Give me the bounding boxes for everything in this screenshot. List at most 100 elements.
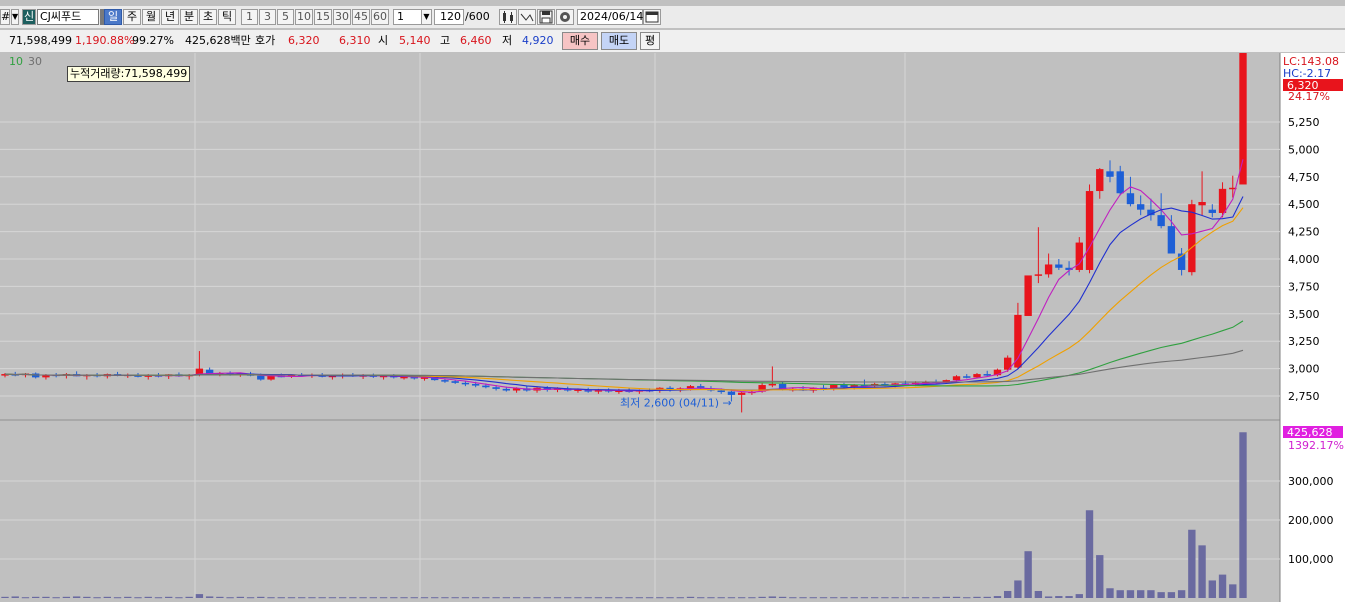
volume-bar xyxy=(635,597,644,599)
volume-bar xyxy=(686,596,695,598)
volume-bar xyxy=(471,597,480,599)
volume-bar xyxy=(1106,588,1114,598)
volume-bar xyxy=(993,596,1002,598)
volume-bar xyxy=(267,597,275,599)
volume-bar xyxy=(1137,590,1145,598)
period-button-0[interactable]: 일 xyxy=(104,9,122,25)
volume-bar xyxy=(195,594,204,598)
volume-bar xyxy=(482,597,490,599)
candle-body xyxy=(441,380,449,382)
candle-body xyxy=(492,387,500,389)
period-button-4[interactable]: 분 xyxy=(180,9,198,25)
volume-bar xyxy=(298,597,306,599)
candle-body xyxy=(1106,171,1114,177)
period-button-3[interactable]: 년 xyxy=(161,9,179,25)
buy-button[interactable]: 매수 xyxy=(562,32,598,50)
volume-bar xyxy=(1003,590,1012,598)
price-volume-chart[interactable]: 2,750 3,000 3,250 3,500 3,750 4,000 4,250 4,500… xyxy=(0,53,1345,602)
volume-bar xyxy=(165,596,173,598)
crosshair-icon[interactable] xyxy=(518,9,536,25)
candle-body xyxy=(1034,274,1043,276)
volume-bar xyxy=(615,597,623,599)
price-tick-label: 4,000 xyxy=(1288,253,1320,266)
candle-body xyxy=(1198,202,1206,206)
volume-bar xyxy=(492,597,500,599)
period-button-2[interactable]: 월 xyxy=(142,9,160,25)
stock-name-field[interactable]: CJ씨푸드 xyxy=(37,9,99,25)
volume-bar xyxy=(1126,590,1135,598)
volume-bar xyxy=(932,597,940,599)
volume-bar xyxy=(185,596,193,598)
period-button-5[interactable]: 초 xyxy=(199,9,217,25)
candle-body xyxy=(973,374,981,378)
volume-bar xyxy=(594,597,603,599)
volume-bar xyxy=(1229,584,1237,598)
volume-bar xyxy=(727,597,736,599)
save-icon[interactable] xyxy=(537,9,555,25)
volume-bar xyxy=(502,597,511,599)
volume-bar xyxy=(656,597,664,599)
eval-button[interactable]: 평 xyxy=(640,32,660,50)
legend-ma10: 10 xyxy=(9,55,23,68)
volume-bar xyxy=(1147,590,1155,598)
volume-bar xyxy=(52,597,60,599)
volume-bar xyxy=(963,597,971,599)
price-tick-label: 5,000 xyxy=(1288,143,1320,156)
count-input[interactable]: 120 xyxy=(434,9,464,25)
volume-bar xyxy=(1024,551,1032,598)
volume-bar xyxy=(717,597,725,599)
candle-body xyxy=(1044,264,1053,275)
period-button-1[interactable]: 주 xyxy=(123,9,141,25)
candle-body xyxy=(471,383,480,386)
sell-button[interactable]: 매도 xyxy=(601,32,637,50)
candle-body xyxy=(840,385,848,388)
minute-option-10[interactable]: 10 xyxy=(295,9,313,25)
volume-bar xyxy=(666,597,674,599)
volume-bar xyxy=(768,596,777,598)
calendar-icon[interactable] xyxy=(643,9,661,25)
price-tick-label: 3,250 xyxy=(1288,335,1320,348)
volume-bar xyxy=(205,596,214,598)
candle-type-icon[interactable] xyxy=(499,9,517,25)
volume-bar xyxy=(1188,529,1196,598)
volume-bar xyxy=(32,596,40,598)
turnover-rate: 99.27% xyxy=(132,34,174,47)
volume-bar xyxy=(369,597,378,599)
minute-option-3[interactable]: 3 xyxy=(259,9,276,25)
legend-ma30: 30 xyxy=(28,55,42,68)
chevron-down-icon[interactable]: ▼ xyxy=(421,9,432,25)
volume-bar xyxy=(860,597,869,599)
price-tick-label: 3,750 xyxy=(1288,280,1320,293)
low-label: 저 xyxy=(502,34,513,47)
minute-option-15[interactable]: 15 xyxy=(314,9,332,25)
menu-icon[interactable]: # xyxy=(0,9,10,25)
volume-bar xyxy=(1198,545,1206,598)
candle-body xyxy=(1085,191,1094,270)
volume-bar xyxy=(697,597,705,599)
minute-option-30[interactable]: 30 xyxy=(333,9,351,25)
volume-bar xyxy=(113,597,122,599)
settings-icon[interactable] xyxy=(556,9,574,25)
volume-bar xyxy=(1096,555,1104,598)
volume-bar xyxy=(748,597,756,599)
volume-bar xyxy=(308,597,316,599)
minute-option-5[interactable]: 5 xyxy=(277,9,294,25)
candle-body xyxy=(1137,204,1145,210)
candle-body xyxy=(257,375,265,380)
volume-tick-label: 300,000 xyxy=(1288,475,1334,488)
minute-option-45[interactable]: 45 xyxy=(352,9,370,25)
volume-bar xyxy=(645,597,654,599)
dropdown-arrow-icon[interactable]: ▼ xyxy=(11,9,19,25)
volume-bar xyxy=(809,597,817,599)
volume-bar xyxy=(922,597,930,599)
candle-body xyxy=(1157,215,1165,227)
volume-bar xyxy=(523,597,531,599)
candle-body xyxy=(1188,204,1196,273)
minute-option-1[interactable]: 1 xyxy=(241,9,258,25)
date-input[interactable]: 2024/06/14 xyxy=(577,9,643,25)
minute-option-60[interactable]: 60 xyxy=(371,9,389,25)
volume-bar xyxy=(707,597,715,599)
volume-bar xyxy=(1014,580,1022,598)
volume-bar xyxy=(543,597,551,599)
period-button-6[interactable]: 틱 xyxy=(218,9,236,25)
